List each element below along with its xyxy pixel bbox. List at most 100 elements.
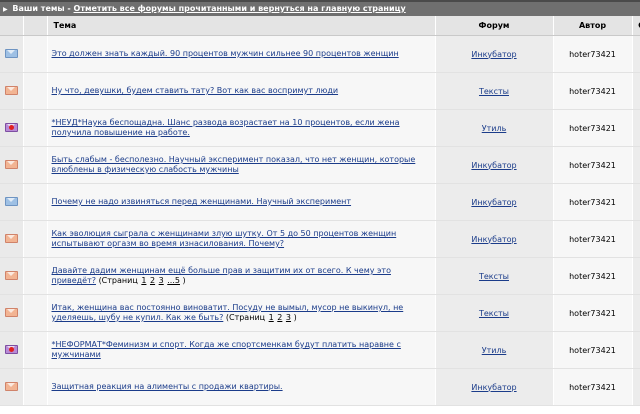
hot-topic-icon xyxy=(4,122,18,132)
author-cell: hoter73421 xyxy=(552,220,632,258)
topic-link[interactable]: Ну что, девушки, будем ставить тату? Вот… xyxy=(52,86,339,95)
forum-cell: Тексты xyxy=(434,257,553,295)
title-bar: ▶ Ваши темы - Отметить все форумы прочит… xyxy=(0,0,640,16)
forum-link[interactable]: Инкубатор xyxy=(471,383,516,392)
author-cell: hoter73421 xyxy=(552,146,632,184)
topic-cell: *НЕФОРМАТ*Феминизм и спорт. Когда же спо… xyxy=(46,331,435,369)
topic-status-cell xyxy=(0,220,23,258)
forum-link[interactable]: Инкубатор xyxy=(471,50,516,59)
topic-icon-cell xyxy=(22,368,47,406)
orange-envelope-icon xyxy=(4,270,18,280)
topic-status-cell xyxy=(0,368,23,406)
topic-icon-cell xyxy=(22,109,47,147)
forum-cell: Инкубатор xyxy=(434,35,553,73)
forum-link[interactable]: Тексты xyxy=(479,309,509,318)
topic-status-cell xyxy=(0,331,23,369)
topic-status-cell xyxy=(0,183,23,221)
forum-link[interactable]: Инкубатор xyxy=(471,235,516,244)
author-name[interactable]: hoter73421 xyxy=(569,198,616,207)
page-link[interactable]: 2 xyxy=(150,276,155,285)
forum-column-header[interactable]: Форум xyxy=(435,16,554,36)
author-cell: hoter73421 xyxy=(552,368,632,406)
table-row: Почему не надо извиняться перед женщинам… xyxy=(0,183,640,221)
table-row: Итак, женщина вас постоянно виноватит. П… xyxy=(0,294,640,332)
topic-cell: Как эволюция сыграла с женщинами злую шу… xyxy=(46,220,435,258)
topic-link[interactable]: Как эволюция сыграла с женщинами злую шу… xyxy=(52,229,397,248)
forum-link[interactable]: Тексты xyxy=(479,87,509,96)
author-name[interactable]: hoter73421 xyxy=(569,383,616,392)
topic-icon-cell xyxy=(22,146,47,184)
topic-cell: Почему не надо извиняться перед женщинам… xyxy=(46,183,435,221)
table-row: Это должен знать каждый. 90 процентов му… xyxy=(0,35,640,73)
orange-envelope-icon xyxy=(4,307,18,317)
topic-icon-cell xyxy=(22,257,47,295)
last-cell xyxy=(631,109,640,147)
page-link[interactable]: ...5 xyxy=(167,276,180,285)
page-link[interactable]: 3 xyxy=(286,313,291,322)
topic-cell: *НЕУД*Наука беспощадна. Шанс развода воз… xyxy=(46,109,435,147)
author-column-header[interactable]: Автор xyxy=(553,16,633,36)
table-row: *НЕУД*Наука беспощадна. Шанс развода воз… xyxy=(0,109,640,147)
last-cell xyxy=(631,294,640,332)
topic-link[interactable]: *НЕФОРМАТ*Феминизм и спорт. Когда же спо… xyxy=(52,340,401,359)
forum-link[interactable]: Утиль xyxy=(482,124,507,133)
last-cell xyxy=(631,331,640,369)
pages-close: ) xyxy=(293,313,297,322)
topic-cell: Защитная реакция на алименты с продажи к… xyxy=(46,368,435,406)
topic-status-cell xyxy=(0,109,23,147)
author-name[interactable]: hoter73421 xyxy=(569,235,616,244)
page-link[interactable]: 1 xyxy=(141,276,146,285)
page-link[interactable]: 1 xyxy=(269,313,274,322)
last-cell xyxy=(631,368,640,406)
pages-label: (Страниц xyxy=(98,276,138,285)
page-link[interactable]: 3 xyxy=(159,276,164,285)
page-link[interactable]: 2 xyxy=(277,313,282,322)
last-cell xyxy=(631,220,640,258)
topic-link[interactable]: Быть слабым - бесполезно. Научный экспер… xyxy=(52,155,416,174)
forum-cell: Инкубатор xyxy=(434,368,553,406)
forum-cell: Тексты xyxy=(434,72,553,110)
hot-dot-icon xyxy=(8,124,14,130)
author-name[interactable]: hoter73421 xyxy=(569,50,616,59)
topics-page: ▶ Ваши темы - Отметить все форумы прочит… xyxy=(0,0,640,414)
forum-link[interactable]: Утиль xyxy=(482,346,507,355)
last-cell xyxy=(631,257,640,295)
gap-column-header xyxy=(23,16,48,36)
last-cell xyxy=(631,183,640,221)
table-row: Ну что, девушки, будем ставить тату? Вот… xyxy=(0,72,640,110)
orange-envelope-icon xyxy=(4,85,18,95)
forum-cell: Инкубатор xyxy=(434,183,553,221)
author-name[interactable]: hoter73421 xyxy=(569,161,616,170)
forum-link[interactable]: Инкубатор xyxy=(471,161,516,170)
author-cell: hoter73421 xyxy=(552,257,632,295)
topic-column-header[interactable]: Тема xyxy=(47,16,436,36)
forum-cell: Инкубатор xyxy=(434,220,553,258)
author-name[interactable]: hoter73421 xyxy=(569,87,616,96)
author-name[interactable]: hoter73421 xyxy=(569,346,616,355)
last-column-header[interactable]: С xyxy=(632,16,640,36)
topic-link[interactable]: Почему не надо извиняться перед женщинам… xyxy=(52,197,352,206)
author-cell: hoter73421 xyxy=(552,72,632,110)
last-cell xyxy=(631,35,640,73)
author-name[interactable]: hoter73421 xyxy=(569,272,616,281)
topic-icon-cell xyxy=(22,294,47,332)
forum-link[interactable]: Инкубатор xyxy=(471,198,516,207)
topic-link[interactable]: *НЕУД*Наука беспощадна. Шанс развода воз… xyxy=(52,118,400,137)
topic-status-cell xyxy=(0,257,23,295)
topic-icon-cell xyxy=(22,331,47,369)
table-row: Давайте дадим женщинам ещё больше прав и… xyxy=(0,257,640,295)
mark-all-read-link[interactable]: Отметить все форумы прочитанными и верну… xyxy=(74,4,406,13)
topic-link[interactable]: Это должен знать каждый. 90 процентов му… xyxy=(52,49,399,58)
table-row: Быть слабым - бесполезно. Научный экспер… xyxy=(0,146,640,184)
topic-link[interactable]: Защитная реакция на алименты с продажи к… xyxy=(52,382,283,391)
hot-dot-icon xyxy=(8,346,14,352)
author-name[interactable]: hoter73421 xyxy=(569,309,616,318)
author-cell: hoter73421 xyxy=(552,35,632,73)
table-row: Защитная реакция на алименты с продажи к… xyxy=(0,368,640,406)
forum-link[interactable]: Тексты xyxy=(479,272,509,281)
forum-cell: Инкубатор xyxy=(434,146,553,184)
author-name[interactable]: hoter73421 xyxy=(569,124,616,133)
orange-envelope-icon xyxy=(4,159,18,169)
topic-pages: (Страниц 1 2 3 ) xyxy=(223,313,297,322)
topic-cell: Это должен знать каждый. 90 процентов му… xyxy=(46,35,435,73)
